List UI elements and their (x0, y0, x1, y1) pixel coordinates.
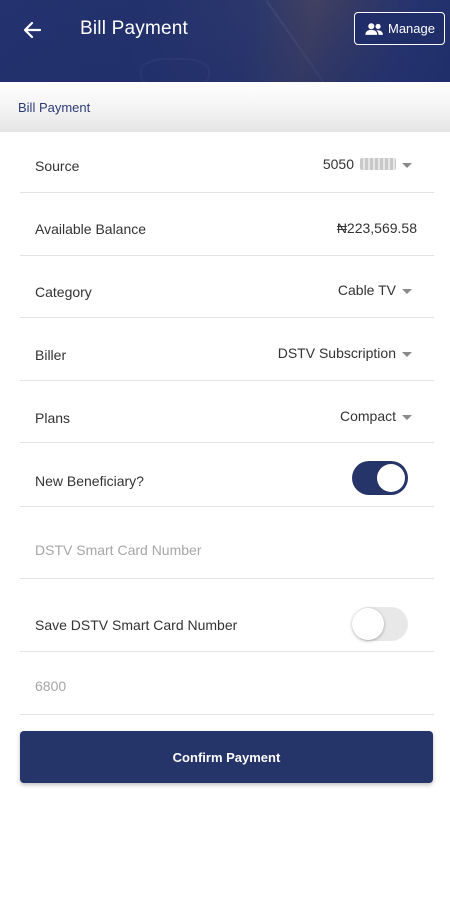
arrow-left-icon (23, 21, 42, 39)
category-selected: Cable TV (337, 282, 396, 298)
available-balance-row: Available Balance ₦223,569.58 (20, 193, 434, 256)
new-beneficiary-toggle[interactable] (352, 461, 408, 495)
plans-selected: Compact (339, 408, 396, 424)
biller-label: Biller (35, 347, 67, 363)
confirm-payment-button[interactable]: Confirm Payment (20, 731, 433, 783)
plans-value[interactable]: Compact (340, 408, 412, 424)
category-selector[interactable]: Category Cable TV (20, 256, 434, 318)
save-smart-card-label: Save DSTV Smart Card Number (35, 617, 238, 633)
available-balance-label: Available Balance (35, 221, 147, 237)
people-icon (365, 22, 383, 35)
toggle-knob (352, 608, 384, 640)
save-smart-card-row: Save DSTV Smart Card Number (20, 579, 434, 652)
source-label: Source (35, 158, 80, 174)
section-title: Bill Payment (18, 100, 91, 115)
caret-down-icon (402, 288, 412, 294)
plans-selector[interactable]: Plans Compact (20, 381, 434, 443)
available-balance-value: ₦223,569.58 (336, 220, 417, 236)
caret-down-icon (402, 351, 412, 357)
caret-down-icon (402, 162, 412, 168)
biller-value[interactable]: DSTV Subscription (278, 345, 412, 361)
save-smart-card-toggle[interactable] (352, 607, 408, 641)
section-header: Bill Payment (0, 82, 450, 132)
new-beneficiary-label: New Beneficiary? (35, 473, 144, 489)
source-selector[interactable]: Source 5050 (20, 132, 434, 193)
plans-label: Plans (35, 410, 71, 426)
toggle-knob (377, 464, 405, 492)
amount-input[interactable] (35, 678, 415, 694)
source-account-number: 5050 (322, 156, 354, 172)
back-button[interactable] (18, 16, 46, 44)
page-title: Bill Payment (80, 18, 188, 39)
amount-row (20, 652, 434, 715)
source-value[interactable]: 5050 (323, 156, 412, 172)
masked-account-digits (360, 158, 396, 170)
confirm-payment-label: Confirm Payment (172, 749, 281, 765)
app-header: Bill Payment Manage (0, 0, 450, 82)
caret-down-icon (402, 414, 412, 420)
category-value[interactable]: Cable TV (338, 282, 412, 298)
manage-label: Manage (388, 21, 435, 36)
biller-selected: DSTV Subscription (277, 345, 396, 361)
new-beneficiary-row: New Beneficiary? (20, 443, 434, 507)
manage-button[interactable]: Manage (354, 12, 445, 45)
biller-selector[interactable]: Biller DSTV Subscription (20, 318, 434, 381)
category-label: Category (35, 284, 92, 300)
smart-card-row (20, 507, 434, 579)
smart-card-number-input[interactable] (35, 542, 415, 558)
